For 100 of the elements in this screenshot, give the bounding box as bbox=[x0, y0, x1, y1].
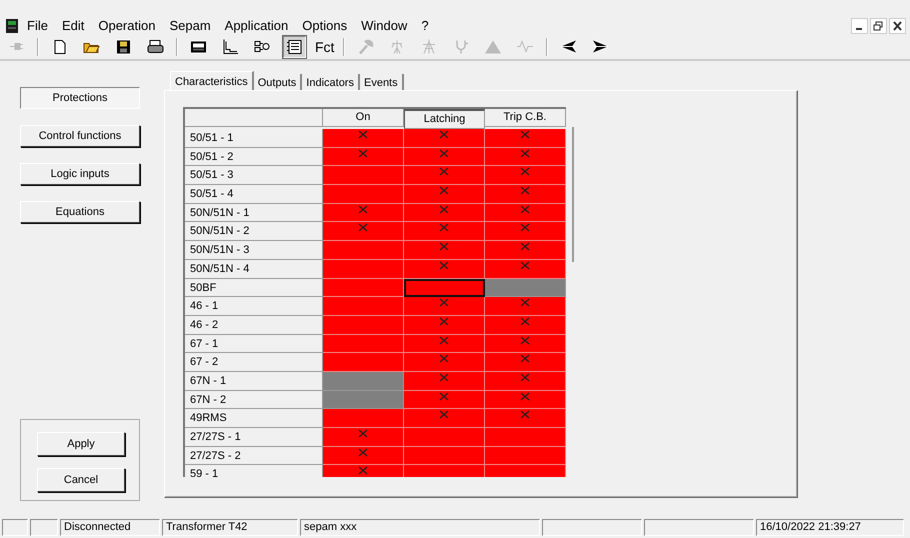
toggle-cell[interactable] bbox=[323, 241, 404, 260]
section-button[interactable]: Equations bbox=[20, 201, 140, 223]
toggle-cell[interactable] bbox=[404, 278, 485, 298]
toggle-cell[interactable] bbox=[404, 446, 485, 466]
row-label: 46 - 1 bbox=[185, 297, 323, 316]
toggle-cell[interactable] bbox=[323, 446, 404, 466]
toolbar-button[interactable]: Fct bbox=[312, 37, 338, 57]
toggle-cell[interactable] bbox=[323, 334, 404, 354]
tab[interactable]: Indicators bbox=[302, 74, 360, 91]
menu-item[interactable]: Application bbox=[218, 18, 296, 33]
toggle-cell[interactable] bbox=[404, 185, 485, 204]
toggle-cell[interactable] bbox=[404, 316, 485, 335]
toggle-cell[interactable] bbox=[485, 129, 566, 148]
toggle-cell[interactable] bbox=[323, 260, 404, 278]
menu-item[interactable]: Sepam bbox=[162, 18, 218, 33]
cross-icon bbox=[520, 392, 530, 401]
toggle-cell[interactable] bbox=[323, 409, 404, 428]
cross-icon bbox=[439, 167, 449, 176]
toggle-cell[interactable] bbox=[485, 148, 566, 166]
toggle-cell[interactable] bbox=[485, 372, 566, 391]
toggle-cell[interactable] bbox=[404, 409, 485, 428]
toggle-cell[interactable] bbox=[485, 260, 566, 278]
toggle-cell[interactable] bbox=[404, 297, 485, 316]
toggle-cell[interactable] bbox=[404, 129, 485, 148]
cross-icon bbox=[520, 204, 530, 214]
toggle-cell[interactable] bbox=[323, 129, 404, 148]
toggle-cell[interactable] bbox=[485, 334, 566, 354]
section-button[interactable]: Control functions bbox=[20, 125, 140, 147]
toggle-cell[interactable] bbox=[323, 428, 404, 447]
cross-icon bbox=[439, 223, 449, 232]
cross-icon bbox=[439, 148, 449, 158]
cross-icon bbox=[358, 130, 368, 139]
toggle-cell[interactable] bbox=[485, 297, 566, 316]
row-label: 49RMS bbox=[185, 409, 323, 428]
section-button[interactable]: Protections bbox=[20, 87, 140, 109]
toggle-cell[interactable] bbox=[485, 353, 566, 372]
menu-item[interactable]: Edit bbox=[54, 18, 92, 33]
toggle-cell[interactable] bbox=[485, 204, 566, 222]
toggle-cell[interactable] bbox=[404, 241, 485, 260]
toggle-cell[interactable] bbox=[404, 166, 485, 186]
toggle-cell[interactable] bbox=[404, 148, 485, 166]
scrollbar-thumb[interactable] bbox=[572, 127, 574, 262]
cross-icon bbox=[358, 466, 368, 476]
cross-icon bbox=[520, 242, 530, 252]
toggle-cell[interactable] bbox=[404, 428, 485, 447]
row-label: 46 - 2 bbox=[185, 316, 323, 335]
status-pane: 16/10/2022 21:39:27 bbox=[756, 519, 904, 536]
toggle-cell[interactable] bbox=[323, 185, 404, 204]
toggle-cell[interactable] bbox=[323, 166, 404, 186]
toggle-cell[interactable] bbox=[404, 390, 485, 410]
tab[interactable]: Characteristics bbox=[170, 71, 254, 91]
menu-item[interactable]: Options bbox=[295, 18, 354, 33]
toggle-cell[interactable] bbox=[323, 297, 404, 316]
row-label: 50N/51N - 3 bbox=[185, 241, 323, 260]
tab[interactable]: Outputs bbox=[254, 74, 302, 91]
cancel-button[interactable]: Cancel bbox=[37, 468, 125, 492]
toggle-cell[interactable] bbox=[404, 204, 485, 222]
cross-icon bbox=[439, 204, 449, 214]
column-header: On bbox=[323, 109, 404, 127]
toggle-cell[interactable] bbox=[323, 204, 404, 222]
menu-item[interactable]: Operation bbox=[91, 18, 162, 33]
tab[interactable]: Events bbox=[360, 74, 404, 91]
minimize-icon bbox=[851, 18, 868, 34]
toggle-cell[interactable] bbox=[404, 353, 485, 372]
toggle-cell[interactable] bbox=[323, 148, 404, 166]
notepad-icon[interactable] bbox=[283, 36, 306, 58]
row-label: 67 - 2 bbox=[185, 353, 323, 372]
toggle-cell[interactable] bbox=[404, 334, 485, 354]
toggle-cell[interactable] bbox=[485, 428, 566, 447]
cross-icon bbox=[520, 167, 530, 176]
section-button[interactable]: Logic inputs bbox=[20, 163, 140, 185]
cross-icon bbox=[520, 260, 530, 270]
toggle-cell[interactable] bbox=[485, 185, 566, 204]
status-pane bbox=[2, 519, 28, 536]
toggle-cell[interactable] bbox=[404, 260, 485, 278]
column-header: Trip C.B. bbox=[485, 109, 566, 127]
row-label: 50N/51N - 2 bbox=[185, 222, 323, 242]
toggle-cell[interactable] bbox=[485, 222, 566, 242]
apply-button[interactable]: Apply bbox=[37, 432, 125, 456]
toggle-cell[interactable] bbox=[485, 446, 566, 466]
toggle-cell[interactable] bbox=[323, 353, 404, 372]
row-label: 67 - 1 bbox=[185, 334, 323, 354]
cross-icon bbox=[439, 354, 449, 364]
row-label: 50/51 - 1 bbox=[185, 129, 323, 148]
toggle-cell[interactable] bbox=[485, 316, 566, 335]
toggle-cell[interactable] bbox=[404, 222, 485, 242]
toggle-cell[interactable] bbox=[485, 409, 566, 428]
toggle-cell[interactable] bbox=[404, 372, 485, 391]
toggle-cell[interactable] bbox=[485, 390, 566, 410]
menu-item[interactable]: File bbox=[20, 18, 55, 33]
toggle-cell[interactable] bbox=[485, 241, 566, 260]
toggle-cell[interactable] bbox=[485, 166, 566, 186]
toggle-cell[interactable] bbox=[323, 316, 404, 335]
toggle-cell[interactable] bbox=[323, 278, 404, 298]
menu-item[interactable]: Window bbox=[354, 18, 414, 33]
menu-item[interactable]: ? bbox=[414, 18, 436, 33]
cross-icon bbox=[520, 316, 530, 326]
toggle-cell[interactable] bbox=[323, 222, 404, 242]
row-label: 50N/51N - 1 bbox=[185, 204, 323, 222]
cross-icon bbox=[358, 148, 368, 158]
